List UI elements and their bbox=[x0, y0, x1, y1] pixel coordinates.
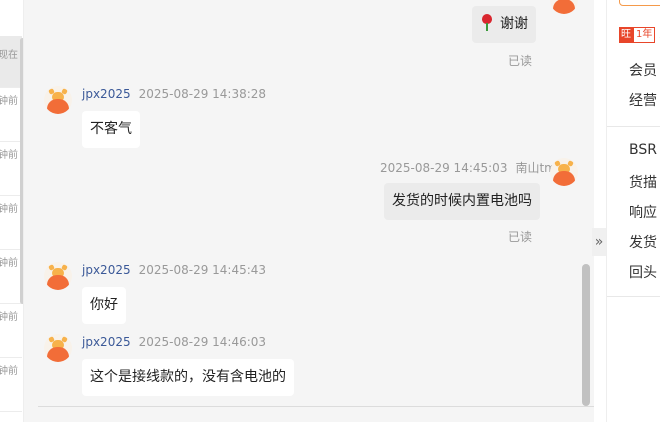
message-meta: jpx2025 2025-08-29 14:38:28 bbox=[82, 87, 266, 101]
incoming-message-bubble: 这个是接线款的，没有含电池的 bbox=[82, 359, 294, 396]
rose-icon bbox=[480, 13, 494, 31]
collapse-panel-button[interactable]: » bbox=[592, 228, 606, 256]
message-timestamp: 2025-08-29 14:38:28 bbox=[138, 87, 267, 101]
username[interactable]: jpx2025 bbox=[82, 87, 131, 101]
outgoing-message-bubble: 谢谢 bbox=[472, 6, 536, 43]
panel-action-button[interactable] bbox=[619, 0, 660, 6]
shop-metric-item[interactable]: BSR bbox=[629, 142, 657, 158]
message-meta: jpx2025 2025-08-29 14:45:43 bbox=[82, 263, 266, 277]
conversation-time: 钟前 bbox=[0, 366, 18, 377]
read-status: 已读 bbox=[508, 230, 533, 244]
user-avatar[interactable] bbox=[44, 262, 72, 290]
message-text: 你好 bbox=[90, 297, 118, 313]
conversation-item[interactable]: 钟前 bbox=[0, 88, 22, 142]
message-timestamp: 2025-08-29 14:45:43 bbox=[138, 263, 267, 277]
chat-message-area: 谢谢 已读 jpx2025 2025-08-29 14:38:28 不客气 202… bbox=[24, 0, 594, 422]
outgoing-message-bubble: 发货的时候内置电池吗 bbox=[384, 183, 540, 220]
message-text: 这个是接线款的，没有含电池的 bbox=[90, 369, 286, 385]
shop-metric-item[interactable]: 响应 bbox=[629, 202, 657, 222]
user-avatar[interactable] bbox=[44, 86, 72, 114]
conversation-time: 钟前 bbox=[0, 96, 18, 107]
read-status: 已读 bbox=[508, 54, 533, 68]
conversation-time: 现在 bbox=[0, 50, 18, 61]
membership-badge: 旺1年厂 bbox=[619, 25, 660, 43]
message-text: 发货的时候内置电池吗 bbox=[392, 193, 532, 209]
incoming-message-bubble: 不客气 bbox=[82, 111, 140, 148]
conversation-time: 钟前 bbox=[0, 258, 18, 269]
message-timestamp: 2025-08-29 14:45:03 bbox=[380, 161, 508, 175]
my-avatar bbox=[550, 0, 578, 14]
incoming-message-bubble: 你好 bbox=[82, 287, 126, 324]
conversation-time: 钟前 bbox=[0, 312, 18, 323]
panel-divider bbox=[607, 296, 660, 297]
conversation-item[interactable]: 钟前 bbox=[0, 250, 22, 304]
message-text: 不客气 bbox=[90, 121, 132, 137]
shop-info-item[interactable]: 经营 bbox=[629, 90, 657, 110]
conversation-item[interactable]: 钟前 bbox=[0, 304, 22, 358]
conversation-time: 钟前 bbox=[0, 150, 18, 161]
user-avatar[interactable] bbox=[44, 334, 72, 362]
conversation-item[interactable]: 钟前 bbox=[0, 358, 22, 412]
conversation-list: 现在 钟前 钟前 钟前 钟前 钟前 钟前 bbox=[0, 0, 24, 422]
membership-years: 1年 bbox=[633, 27, 656, 43]
double-chevron-right-icon: » bbox=[594, 234, 604, 250]
input-area-divider bbox=[38, 406, 594, 407]
chat-scrollbar[interactable] bbox=[582, 264, 590, 406]
message-text: 谢谢 bbox=[500, 16, 528, 32]
shop-metric-item[interactable]: 回头 bbox=[629, 262, 657, 282]
message-meta: 2025-08-29 14:45:03 南山tm bbox=[380, 159, 556, 176]
username[interactable]: jpx2025 bbox=[82, 263, 131, 277]
wangwang-tag: 旺 bbox=[619, 27, 633, 43]
shop-metric-item[interactable]: 货描 bbox=[629, 172, 657, 192]
shop-info-item[interactable]: 会员 bbox=[629, 60, 657, 80]
conversation-item[interactable]: 现在 bbox=[0, 36, 22, 88]
username[interactable]: jpx2025 bbox=[82, 335, 131, 349]
shop-metric-item[interactable]: 发货 bbox=[629, 232, 657, 252]
message-meta: jpx2025 2025-08-29 14:46:03 bbox=[82, 335, 266, 349]
message-timestamp: 2025-08-29 14:46:03 bbox=[138, 335, 267, 349]
shop-info-panel: 旺1年厂 会员 经营 BSR 货描 响应 发货 回头 bbox=[606, 0, 660, 422]
my-avatar bbox=[550, 158, 578, 186]
conversation-item[interactable]: 钟前 bbox=[0, 196, 22, 250]
conversation-time: 钟前 bbox=[0, 204, 18, 215]
panel-divider bbox=[607, 126, 660, 127]
conversation-item[interactable]: 钟前 bbox=[0, 142, 22, 196]
